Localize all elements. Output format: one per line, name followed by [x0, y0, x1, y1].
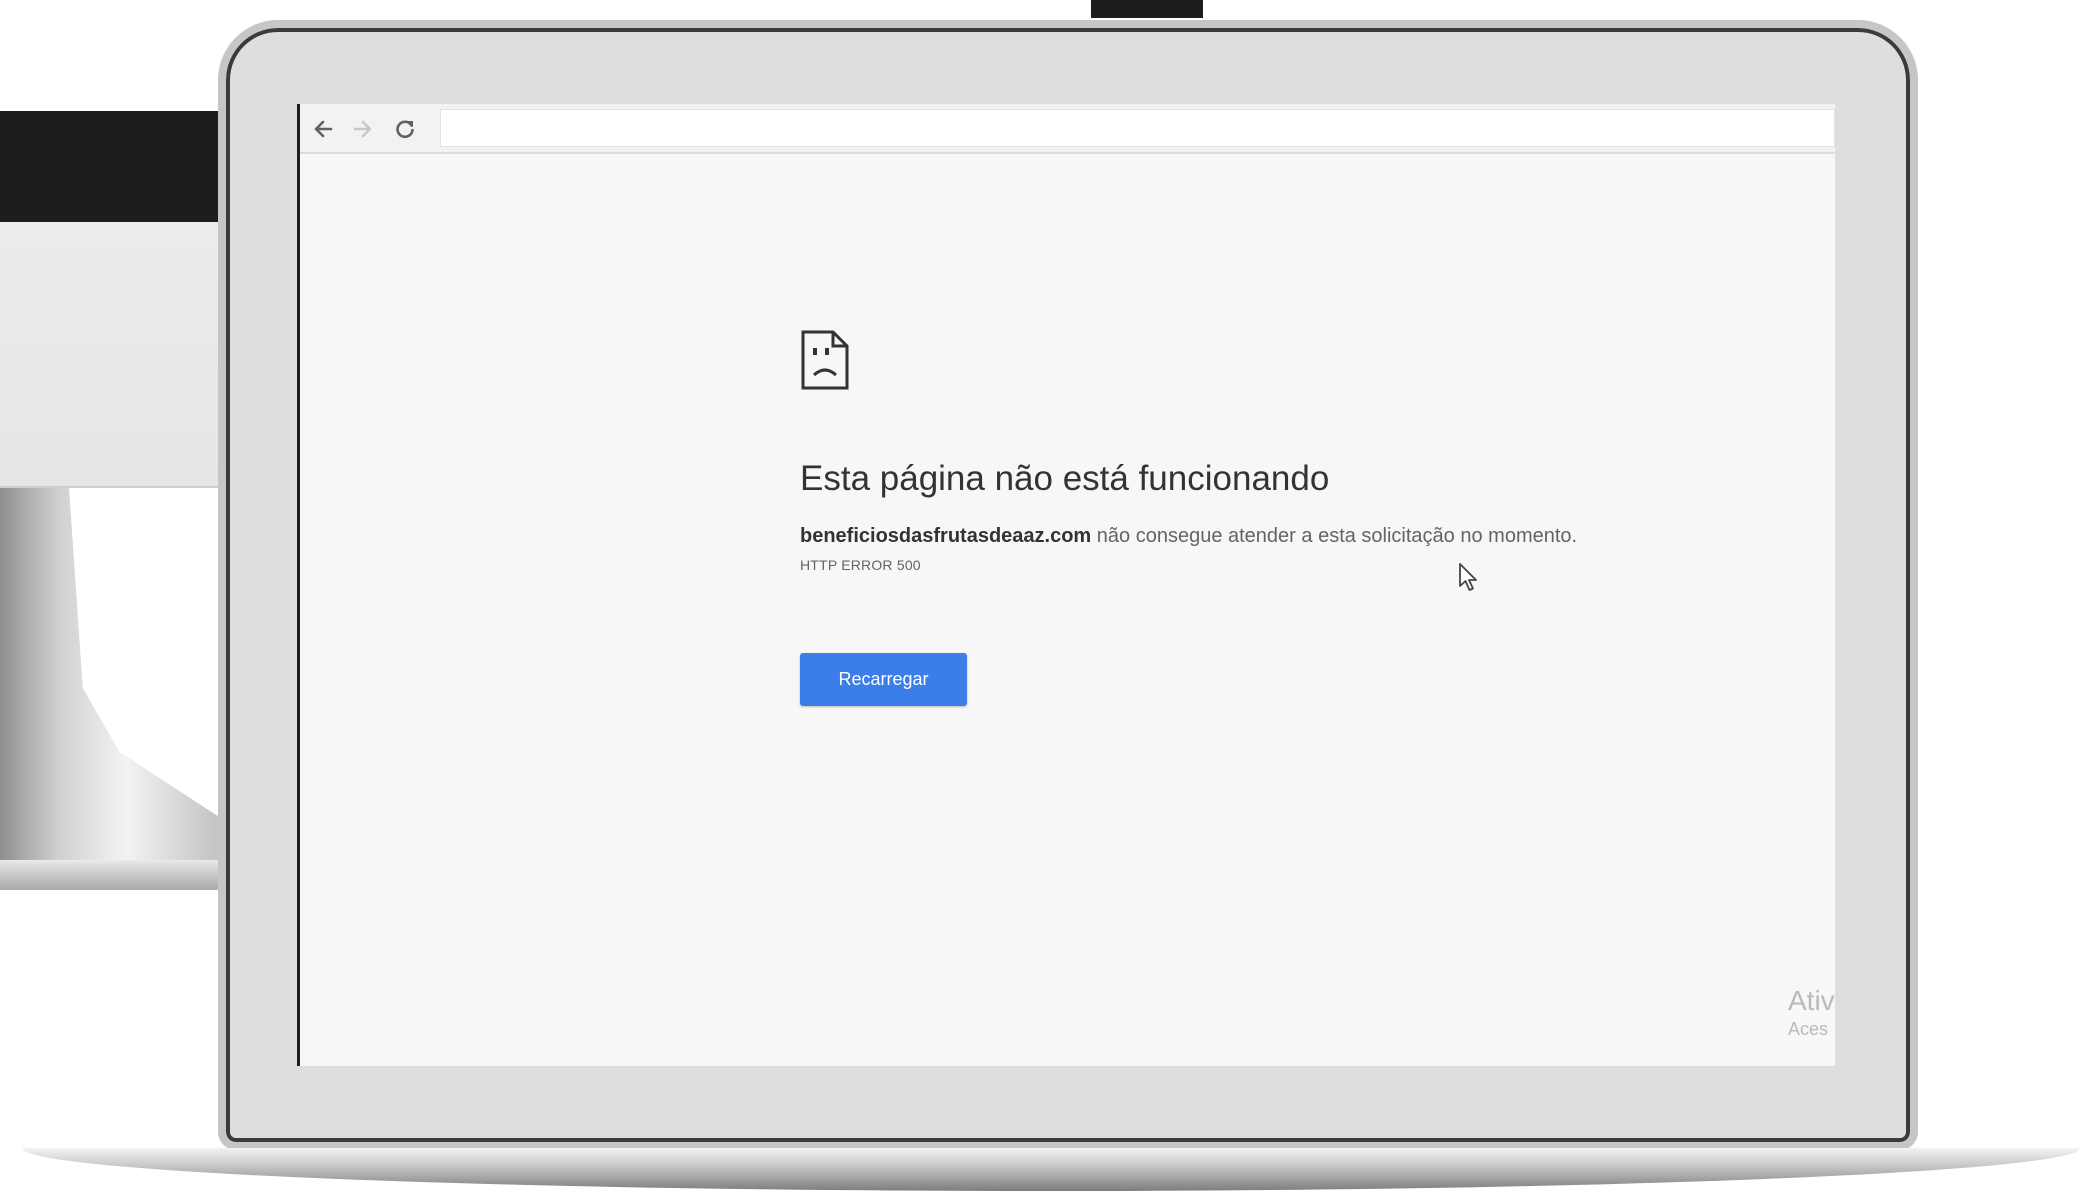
mouse-cursor-icon [1458, 562, 1480, 592]
address-bar[interactable] [440, 109, 1835, 147]
activation-watermark: Ativ Aces [1788, 984, 1835, 1040]
browser-window: Esta página não está funcionando benefic… [297, 104, 1835, 1066]
reload-icon[interactable] [392, 116, 418, 142]
background-object [1091, 0, 1203, 18]
error-message: não consegue atender a esta solicitação … [1091, 525, 1578, 547]
error-content: Esta página não está funcionando benefic… [800, 329, 1700, 706]
watermark-subtitle: Aces [1788, 1019, 1829, 1039]
error-title: Esta página não está funcionando [800, 459, 1330, 498]
reload-button[interactable]: Recarregar [800, 653, 967, 706]
background-monitor-bezel [0, 111, 240, 222]
sad-document-icon [800, 329, 1700, 391]
arrow-back-icon[interactable] [310, 116, 336, 142]
browser-toolbar [300, 104, 1835, 154]
photo-scene: Esta página não está funcionando benefic… [0, 0, 2080, 1191]
laptop-base [22, 1148, 2080, 1191]
background-monitor-stand [0, 488, 230, 888]
arrow-forward-icon[interactable] [350, 116, 376, 142]
error-description: beneficiosdasfrutasdeaaz.com não consegu… [800, 523, 1700, 549]
error-domain: beneficiosdasfrutasdeaaz.com [800, 525, 1092, 547]
watermark-title: Ativ [1788, 985, 1835, 1016]
background-monitor-screen [0, 222, 240, 488]
error-code: HTTP ERROR 500 [800, 557, 921, 573]
background-monitor-base [0, 860, 225, 890]
